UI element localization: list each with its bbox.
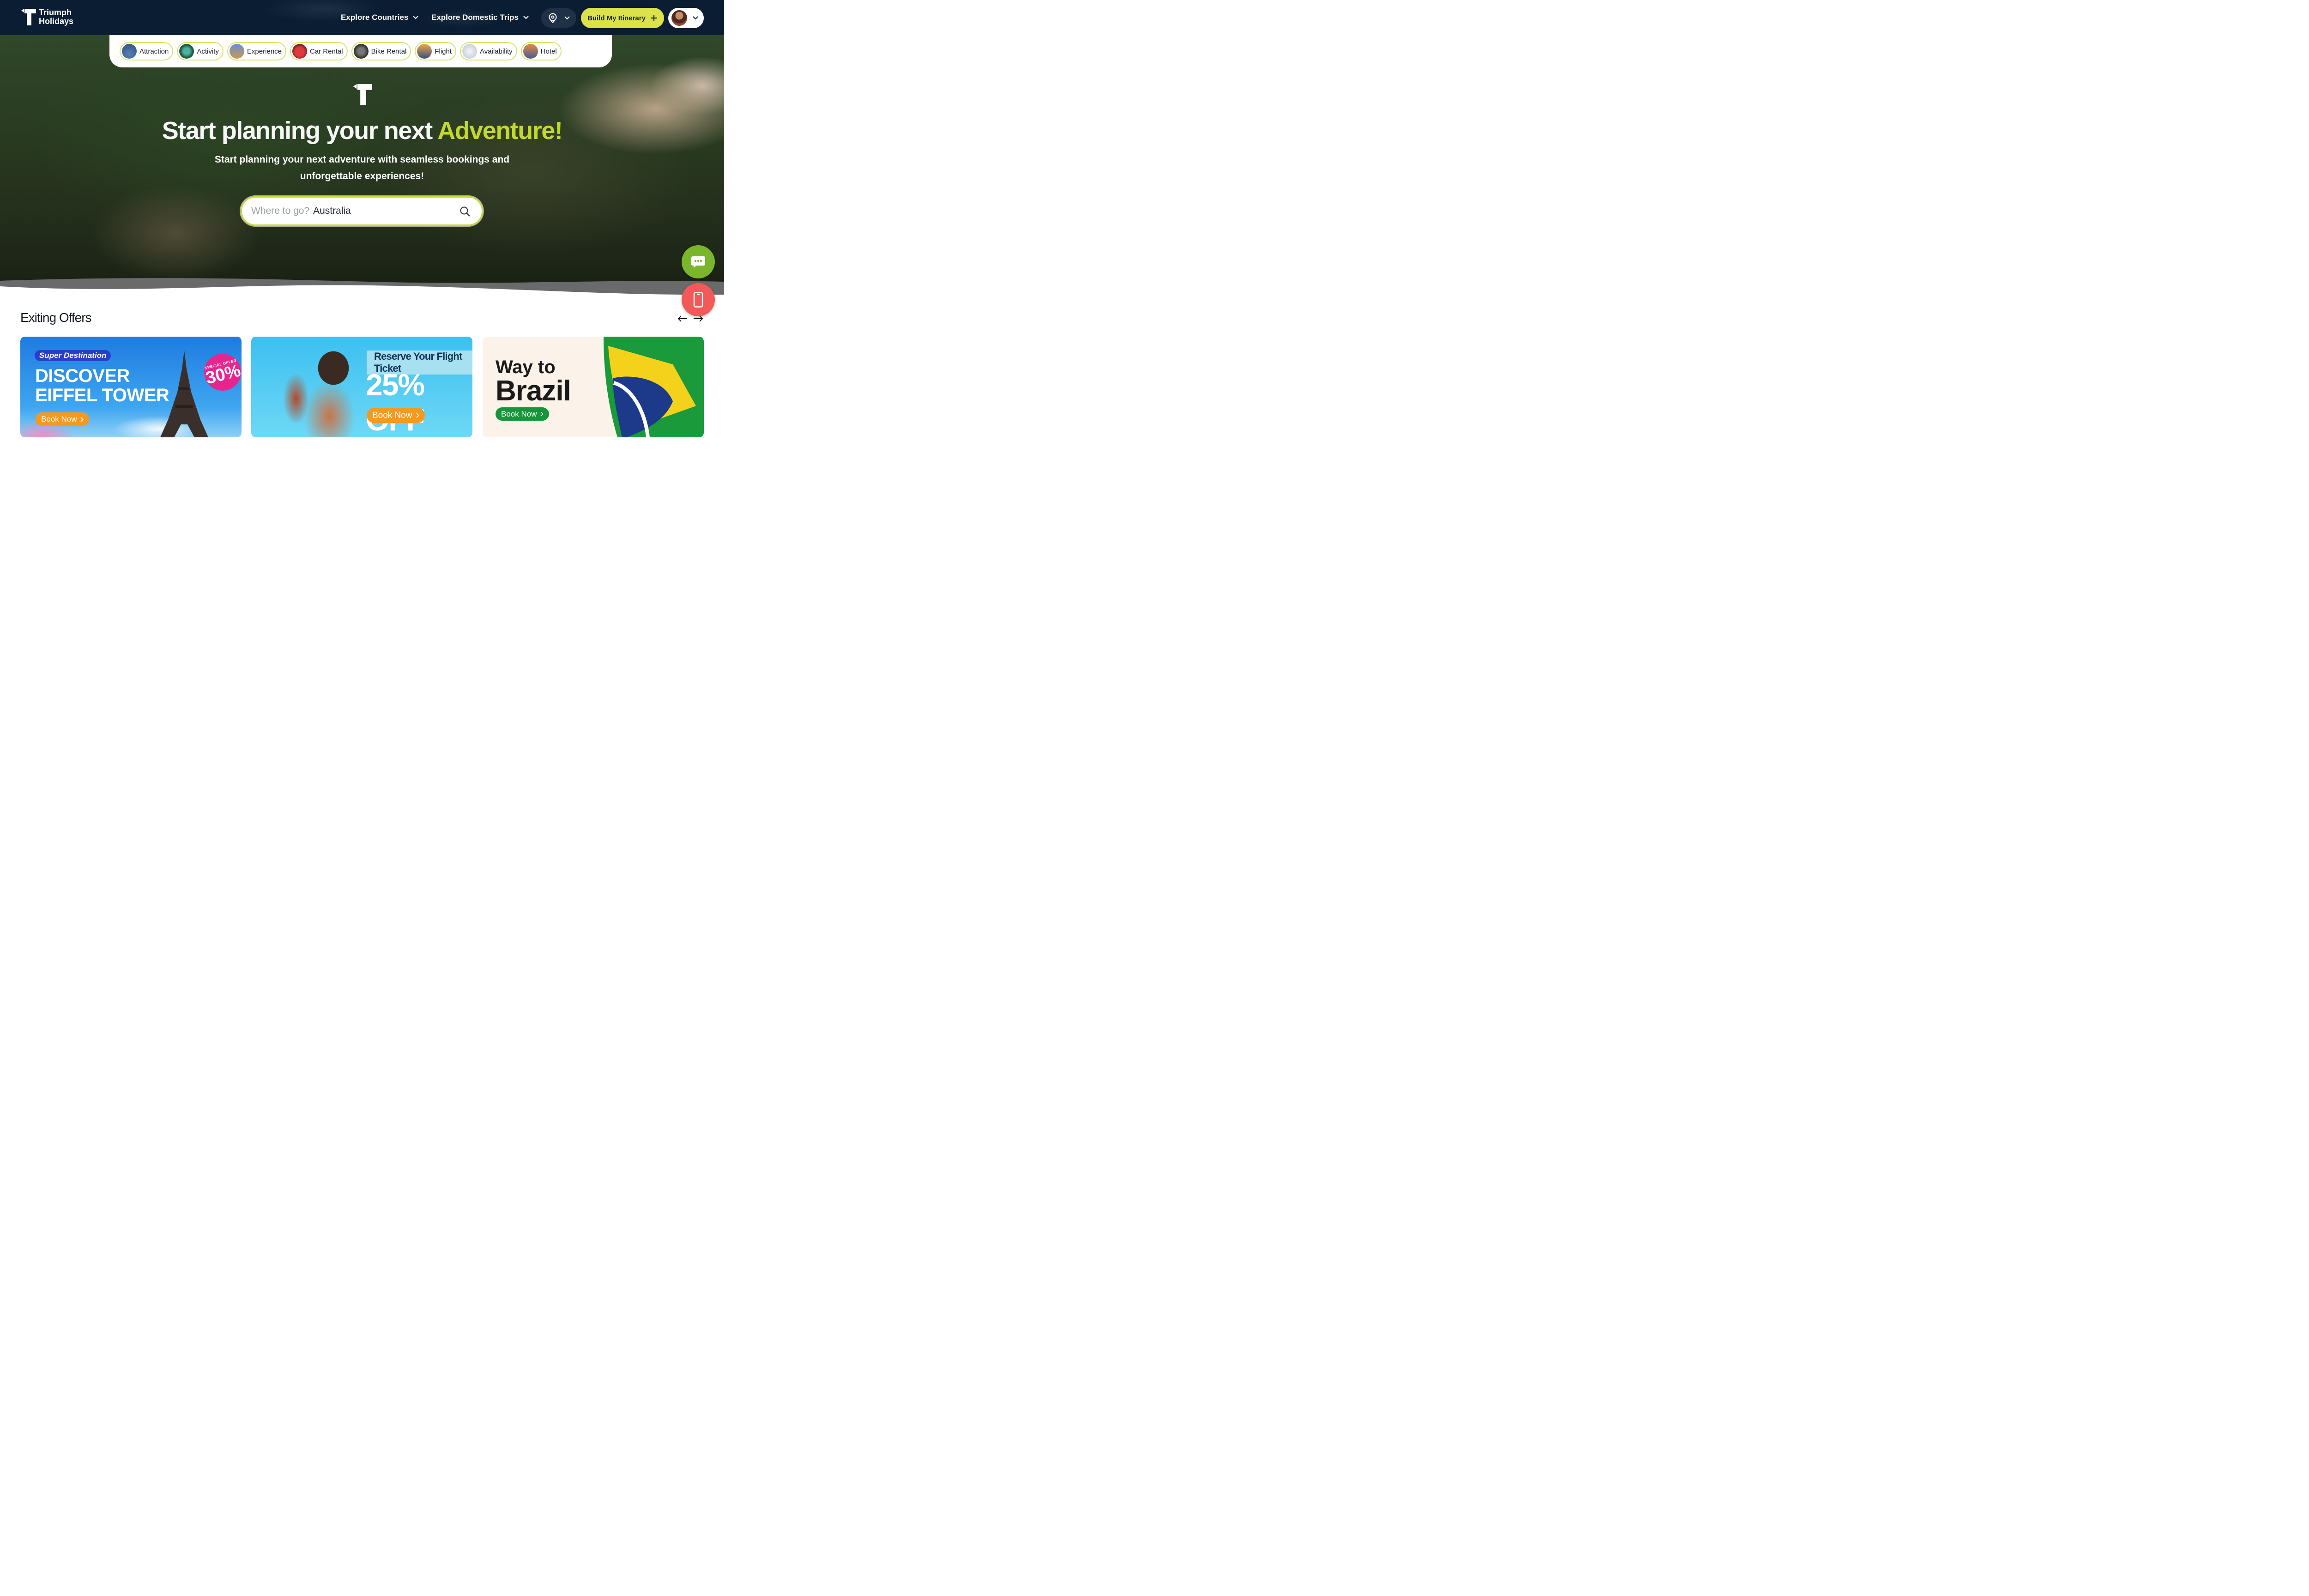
chevron-right-icon — [540, 411, 544, 417]
category-activity[interactable]: Activity — [177, 42, 224, 60]
book-now-button[interactable]: Book Now — [36, 412, 90, 426]
bike-thumb-icon — [353, 44, 369, 59]
car-thumb-icon — [292, 44, 307, 59]
explore-domestic-menu[interactable]: Explore Domestic Trips — [431, 13, 529, 22]
experience-thumb-icon — [229, 44, 244, 59]
profile-menu[interactable] — [668, 8, 704, 28]
search-placeholder: Where to go? — [251, 206, 310, 216]
explore-domestic-label: Explore Domestic Trips — [431, 13, 519, 22]
chat-button[interactable] — [682, 245, 715, 278]
build-itinerary-label: Build My Itinerary — [587, 14, 646, 22]
location-pin-icon — [549, 13, 557, 23]
eiffel-tower-text: EIFFEL TOWER — [35, 385, 169, 405]
brazil-flag-illustration — [604, 337, 704, 437]
book-now-label: Book Now — [501, 409, 537, 418]
brand-name-line1: Triumph — [39, 8, 72, 17]
chevron-down-icon — [523, 16, 529, 19]
category-label: Activity — [197, 47, 219, 55]
book-now-label: Book Now — [41, 415, 77, 423]
mobile-phone-icon — [693, 292, 703, 308]
search-input[interactable]: Australia — [313, 206, 351, 217]
book-now-button[interactable]: Book Now — [496, 407, 550, 421]
category-label: Bike Rental — [371, 47, 407, 55]
availability-thumb-icon — [462, 44, 478, 59]
flight-thumb-icon — [417, 44, 432, 59]
book-now-label: Book Now — [372, 410, 412, 420]
hero-subtitle: Start planning your next adventure with … — [214, 154, 510, 181]
offer-card-brazil[interactable]: Way to Brazil Book Now — [483, 337, 704, 437]
explore-countries-label: Explore Countries — [341, 13, 409, 22]
category-hotel[interactable]: Hotel — [520, 42, 562, 60]
explore-countries-menu[interactable]: Explore Countries — [341, 13, 419, 22]
category-attraction[interactable]: Attraction — [120, 42, 174, 60]
category-bike-rental[interactable]: Bike Rental — [351, 42, 411, 60]
triumph-logo-icon — [21, 9, 36, 25]
category-experience[interactable]: Experience — [227, 42, 286, 60]
hotel-thumb-icon — [523, 44, 538, 59]
hero-wave-divider — [0, 278, 724, 296]
destination-search[interactable]: Where to go? Australia — [241, 196, 483, 226]
chevron-down-icon — [413, 16, 419, 19]
discover-text: DISCOVER — [35, 366, 130, 386]
category-car-rental[interactable]: Car Rental — [290, 42, 348, 60]
book-now-button[interactable]: Book Now — [367, 408, 425, 423]
activity-thumb-icon — [179, 44, 194, 59]
offer-card-flight[interactable]: Reserve Your Flight Ticket 25% OFF Book … — [251, 337, 472, 437]
call-button[interactable] — [682, 283, 715, 316]
category-label: Hotel — [540, 47, 557, 55]
search-icon[interactable] — [459, 206, 471, 217]
category-availability[interactable]: Availability — [460, 42, 517, 60]
category-label: Availability — [480, 47, 513, 55]
traveler-illustration — [284, 351, 367, 437]
chevron-down-icon — [564, 16, 570, 20]
brazil-text: Brazil — [496, 375, 571, 407]
build-itinerary-button[interactable]: Build My Itinerary — [581, 8, 664, 28]
hero-title-accent: Adventure! — [437, 117, 563, 145]
arrow-left-icon[interactable] — [677, 315, 688, 322]
category-label: Experience — [247, 47, 282, 55]
brand-name-line2: Holidays — [39, 17, 74, 26]
hero-title: Start planning your next Adventure! — [0, 116, 724, 145]
avatar — [671, 9, 688, 27]
hero-logo-icon — [353, 84, 372, 105]
category-flight[interactable]: Flight — [415, 42, 457, 60]
hero-title-main: Start planning your next — [162, 117, 438, 145]
chevron-right-icon — [80, 417, 84, 422]
offer-card-eiffel[interactable]: Super Destination DISCOVER EIFFEL TOWER … — [20, 337, 242, 437]
location-selector[interactable] — [541, 8, 576, 28]
top-navbar: Triumph Holidays Explore Countries Explo… — [0, 0, 724, 35]
offers-section-title: Exiting Offers — [20, 310, 92, 325]
category-label: Car Rental — [309, 47, 343, 55]
chat-bubble-icon — [691, 256, 705, 268]
plus-icon — [650, 15, 657, 21]
attraction-thumb-icon — [122, 44, 137, 59]
category-label: Flight — [435, 47, 452, 55]
super-destination-badge: Super Destination — [35, 350, 111, 361]
chevron-right-icon — [416, 413, 419, 418]
brand-logo[interactable]: Triumph Holidays — [20, 8, 73, 26]
category-bar: Attraction Activity Experience Car Renta… — [109, 35, 612, 67]
category-label: Attraction — [139, 47, 169, 55]
discount-text: 25% OFF — [366, 368, 425, 437]
chevron-down-icon — [693, 16, 698, 20]
brand-name: Triumph Holidays — [39, 8, 73, 26]
